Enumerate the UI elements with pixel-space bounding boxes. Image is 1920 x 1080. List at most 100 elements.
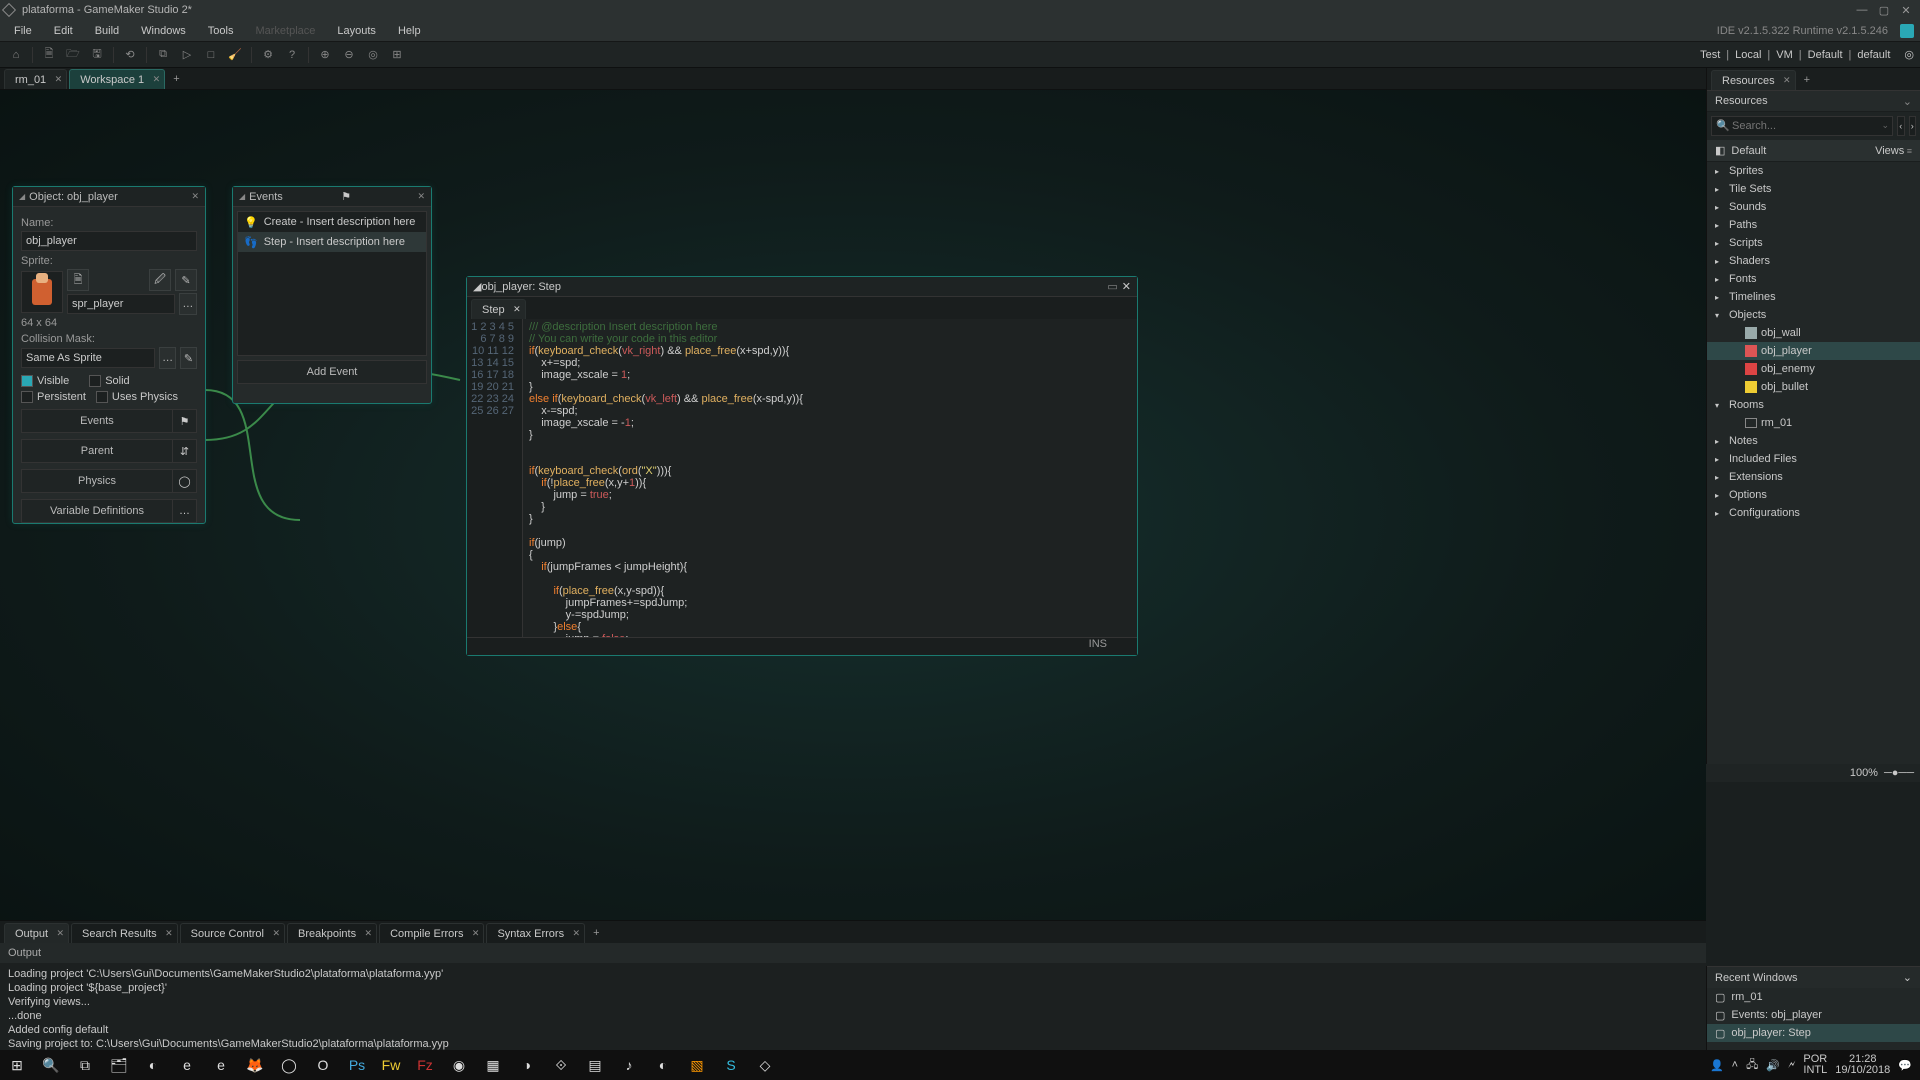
output-tab[interactable]: Search Results✕ [71, 923, 178, 943]
code-editor[interactable]: /// @description Insert description here… [523, 319, 1137, 637]
app-icon[interactable]: ◉ [442, 1050, 476, 1080]
close-icon[interactable]: ✕ [1122, 280, 1131, 293]
network-icon[interactable]: 🖧 [1746, 1056, 1758, 1075]
notification-icon[interactable] [1900, 24, 1914, 38]
close-icon[interactable]: ✕ [191, 191, 199, 202]
tab-workspace-1[interactable]: Workspace 1✕ [69, 69, 165, 89]
menu-file[interactable]: File [6, 23, 40, 39]
target-selector[interactable]: Test|Local|VM|Default|default ◎ [1698, 48, 1916, 61]
debug-icon[interactable]: ⟲ [120, 45, 140, 65]
steam-icon[interactable]: ◐ [136, 1050, 170, 1080]
save-icon[interactable]: 🖫 [87, 45, 107, 65]
maximize-icon[interactable]: ▢ [1878, 4, 1890, 17]
zoom-control[interactable]: 100%─●── [1706, 764, 1920, 782]
open-project-icon[interactable]: 🗁 [63, 45, 83, 65]
sprite-edit-button[interactable]: 🖉 [149, 269, 171, 291]
zoom-reset-icon[interactable]: ◎ [363, 45, 383, 65]
close-icon[interactable]: ✕ [513, 304, 521, 315]
minimize-icon[interactable]: — [1856, 4, 1868, 17]
tree-node[interactable]: ▸Notes [1707, 432, 1920, 450]
maximize-icon[interactable]: ▭ [1107, 280, 1117, 293]
close-icon[interactable]: ✕ [1783, 75, 1791, 86]
search-prev-button[interactable]: ‹ [1897, 116, 1905, 136]
menu-windows[interactable]: Windows [133, 23, 194, 39]
sprite-editor-button[interactable]: ✎ [175, 269, 197, 291]
mask-more-button[interactable]: … [159, 347, 176, 369]
mask-edit-button[interactable]: ✎ [180, 347, 197, 369]
tree-node[interactable]: ▾Rooms [1707, 396, 1920, 414]
photoshop-icon[interactable]: Ps [340, 1050, 374, 1080]
sprite-select-button[interactable]: 🗎 [67, 269, 89, 291]
home-icon[interactable]: ⌂ [6, 45, 26, 65]
menu-tools[interactable]: Tools [200, 23, 242, 39]
itunes-icon[interactable]: ♪ [612, 1050, 646, 1080]
tree-node[interactable]: ▸Included Files [1707, 450, 1920, 468]
tree-node[interactable]: ▸Timelines [1707, 288, 1920, 306]
menu-help[interactable]: Help [390, 23, 429, 39]
output-tab[interactable]: Breakpoints✕ [287, 923, 377, 943]
menu-build[interactable]: Build [87, 23, 127, 39]
app-icon[interactable]: ▦ [476, 1050, 510, 1080]
menu-layouts[interactable]: Layouts [329, 23, 384, 39]
tray-chevron-icon[interactable]: ˄ [1732, 1059, 1738, 1071]
sprite-preview[interactable] [21, 271, 63, 313]
tree-node[interactable]: ▸Sounds [1707, 198, 1920, 216]
tree-node[interactable]: ▸Tile Sets [1707, 180, 1920, 198]
parent-button[interactable]: Parent [21, 439, 173, 463]
edge-icon[interactable]: e [204, 1050, 238, 1080]
clean-icon[interactable]: 🧹 [225, 45, 245, 65]
clock[interactable]: 21:2819/10/2018 [1835, 1054, 1890, 1076]
task-view-icon[interactable]: ⧉ [68, 1050, 102, 1080]
tree-node[interactable]: ▾Objects [1707, 306, 1920, 324]
game-options-icon[interactable]: ⚙ [258, 45, 278, 65]
create-exe-icon[interactable]: ⧉ [153, 45, 173, 65]
persistent-checkbox[interactable]: Persistent [21, 391, 86, 403]
run-icon[interactable]: ▷ [177, 45, 197, 65]
visible-checkbox[interactable]: Visible [21, 375, 69, 387]
output-tab[interactable]: Compile Errors✕ [379, 923, 484, 943]
battery-icon[interactable]: 🗲 [1788, 1059, 1795, 1072]
recent-header[interactable]: Recent Windows⌄ [1707, 966, 1920, 988]
menu-marketplace[interactable]: Marketplace [247, 23, 323, 39]
target-icon[interactable]: ◎ [1902, 48, 1916, 61]
tab-rm-01[interactable]: rm_01✕ [4, 69, 67, 89]
start-button[interactable]: ⊞ [0, 1050, 34, 1080]
tree-node[interactable]: ▸Options [1707, 486, 1920, 504]
new-project-icon[interactable]: 🗎 [39, 45, 59, 65]
output-tab[interactable]: Output✕ [4, 923, 69, 943]
notifications-icon[interactable]: 💬 [1898, 1059, 1912, 1072]
gamemaker-icon[interactable]: ◇ [748, 1050, 782, 1080]
tree-node[interactable]: ▸Scripts [1707, 234, 1920, 252]
opera-icon[interactable]: O [306, 1050, 340, 1080]
discord-icon[interactable]: ◐ [646, 1050, 680, 1080]
sprite-name-input[interactable] [67, 294, 175, 314]
chrome-icon[interactable]: ◯ [272, 1050, 306, 1080]
tree-item[interactable]: obj_wall [1707, 324, 1920, 342]
tree-item[interactable]: obj_bullet [1707, 378, 1920, 396]
close-icon[interactable]: ✕ [1900, 4, 1912, 17]
tree-node[interactable]: ▸Shaders [1707, 252, 1920, 270]
chevron-down-icon[interactable]: ⌄ [1903, 95, 1912, 108]
add-tab-button[interactable]: + [587, 923, 605, 943]
resources-section-header[interactable]: Resources⌄ [1707, 90, 1920, 112]
add-event-button[interactable]: Add Event [237, 360, 427, 384]
fireworks-icon[interactable]: Fw [374, 1050, 408, 1080]
people-icon[interactable]: 👤 [1710, 1059, 1724, 1072]
tree-node[interactable]: ▸Extensions [1707, 468, 1920, 486]
tree-item[interactable]: obj_player [1707, 342, 1920, 360]
recent-item[interactable]: ▢rm_01 [1707, 988, 1920, 1006]
tree-item[interactable]: rm_01 [1707, 414, 1920, 432]
resource-search-input[interactable] [1711, 116, 1893, 136]
event-step[interactable]: 👣Step - Insert description here [238, 232, 426, 252]
ie-icon[interactable]: e [170, 1050, 204, 1080]
help-icon[interactable]: ? [282, 45, 302, 65]
sublime-icon[interactable]: ▧ [680, 1050, 714, 1080]
tree-node[interactable]: ▸Paths [1707, 216, 1920, 234]
tree-node[interactable]: ▸Fonts [1707, 270, 1920, 288]
tree-item[interactable]: obj_enemy [1707, 360, 1920, 378]
firefox-icon[interactable]: 🦊 [238, 1050, 272, 1080]
resource-filter[interactable]: ◧DefaultViews ≡ [1707, 140, 1920, 162]
recent-item[interactable]: ▢obj_player: Step [1707, 1024, 1920, 1042]
docking-icon[interactable]: ⊞ [387, 45, 407, 65]
close-icon[interactable]: ✕ [417, 191, 425, 202]
